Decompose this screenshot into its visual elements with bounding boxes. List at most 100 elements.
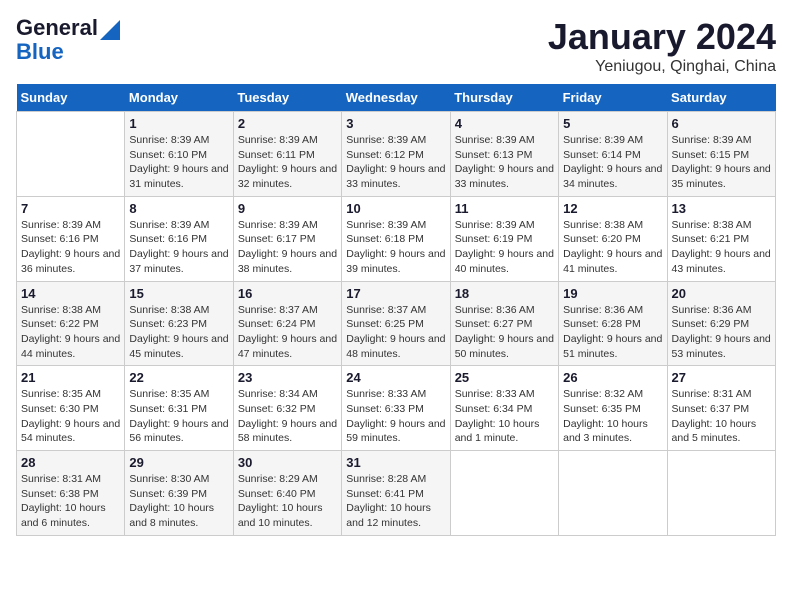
calendar-day-cell: 24 Sunrise: 8:33 AMSunset: 6:33 PMDayligh… <box>342 366 450 451</box>
day-info: Sunrise: 8:36 AMSunset: 6:27 PMDaylight:… <box>455 303 554 362</box>
day-number: 9 <box>238 201 337 216</box>
calendar-day-cell: 1 Sunrise: 8:39 AMSunset: 6:10 PMDaylight… <box>125 112 233 197</box>
day-number: 4 <box>455 116 554 131</box>
calendar-day-cell: 18 Sunrise: 8:36 AMSunset: 6:27 PMDayligh… <box>450 281 558 366</box>
day-number: 14 <box>21 286 120 301</box>
calendar-day-cell: 26Sunrise: 8:32 AMSunset: 6:35 PMDayligh… <box>559 366 667 451</box>
day-info: Sunrise: 8:38 AMSunset: 6:21 PMDaylight:… <box>672 218 771 277</box>
calendar-day-cell: 22 Sunrise: 8:35 AMSunset: 6:31 PMDayligh… <box>125 366 233 451</box>
calendar-day-cell: 21 Sunrise: 8:35 AMSunset: 6:30 PMDayligh… <box>17 366 125 451</box>
day-info: Sunrise: 8:31 AMSunset: 6:37 PMDaylight:… <box>672 387 771 446</box>
day-number: 23 <box>238 370 337 385</box>
day-number: 25 <box>455 370 554 385</box>
calendar-header-row: SundayMondayTuesdayWednesdayThursdayFrid… <box>17 84 776 112</box>
logo-blue-text: Blue <box>16 40 64 64</box>
day-info: Sunrise: 8:30 AMSunset: 6:39 PMDaylight:… <box>129 472 228 531</box>
day-info: Sunrise: 8:39 AMSunset: 6:11 PMDaylight:… <box>238 133 337 192</box>
day-info: Sunrise: 8:32 AMSunset: 6:35 PMDaylight:… <box>563 387 662 446</box>
calendar-day-cell: 6Sunrise: 8:39 AMSunset: 6:15 PMDaylight… <box>667 112 775 197</box>
calendar-day-cell: 11 Sunrise: 8:39 AMSunset: 6:19 PMDayligh… <box>450 196 558 281</box>
day-info: Sunrise: 8:35 AMSunset: 6:30 PMDaylight:… <box>21 387 120 446</box>
calendar-day-cell: 31 Sunrise: 8:28 AMSunset: 6:41 PMDayligh… <box>342 451 450 536</box>
calendar-day-cell: 20Sunrise: 8:36 AMSunset: 6:29 PMDayligh… <box>667 281 775 366</box>
calendar-day-cell: 29 Sunrise: 8:30 AMSunset: 6:39 PMDayligh… <box>125 451 233 536</box>
calendar-week-row: 7 Sunrise: 8:39 AMSunset: 6:16 PMDaylight… <box>17 196 776 281</box>
day-number: 21 <box>21 370 120 385</box>
calendar-week-row: 21 Sunrise: 8:35 AMSunset: 6:30 PMDayligh… <box>17 366 776 451</box>
calendar-subtitle: Yeniugou, Qinghai, China <box>548 58 776 76</box>
day-info: Sunrise: 8:35 AMSunset: 6:31 PMDaylight:… <box>129 387 228 446</box>
day-info: Sunrise: 8:28 AMSunset: 6:41 PMDaylight:… <box>346 472 445 531</box>
calendar-day-cell: 23 Sunrise: 8:34 AMSunset: 6:32 PMDayligh… <box>233 366 341 451</box>
calendar-day-cell: 4 Sunrise: 8:39 AMSunset: 6:13 PMDaylight… <box>450 112 558 197</box>
calendar-title-block: January 2024 Yeniugou, Qinghai, China <box>548 16 776 76</box>
calendar-day-cell: 16Sunrise: 8:37 AMSunset: 6:24 PMDayligh… <box>233 281 341 366</box>
day-info: Sunrise: 8:39 AMSunset: 6:14 PMDaylight:… <box>563 133 662 192</box>
day-number: 31 <box>346 455 445 470</box>
day-number: 2 <box>238 116 337 131</box>
calendar-day-cell: 9Sunrise: 8:39 AMSunset: 6:17 PMDaylight… <box>233 196 341 281</box>
day-info: Sunrise: 8:39 AMSunset: 6:15 PMDaylight:… <box>672 133 771 192</box>
day-info: Sunrise: 8:37 AMSunset: 6:25 PMDaylight:… <box>346 303 445 362</box>
calendar-empty-cell <box>667 451 775 536</box>
day-of-week-header: Thursday <box>450 84 558 112</box>
day-info: Sunrise: 8:36 AMSunset: 6:28 PMDaylight:… <box>563 303 662 362</box>
day-number: 27 <box>672 370 771 385</box>
day-number: 1 <box>129 116 228 131</box>
day-info: Sunrise: 8:38 AMSunset: 6:20 PMDaylight:… <box>563 218 662 277</box>
day-info: Sunrise: 8:39 AMSunset: 6:16 PMDaylight:… <box>21 218 120 277</box>
day-of-week-header: Saturday <box>667 84 775 112</box>
day-info: Sunrise: 8:39 AMSunset: 6:16 PMDaylight:… <box>129 218 228 277</box>
calendar-day-cell: 28 Sunrise: 8:31 AMSunset: 6:38 PMDayligh… <box>17 451 125 536</box>
day-number: 20 <box>672 286 771 301</box>
calendar-day-cell: 30Sunrise: 8:29 AMSunset: 6:40 PMDayligh… <box>233 451 341 536</box>
day-info: Sunrise: 8:33 AMSunset: 6:34 PMDaylight:… <box>455 387 554 446</box>
logo-arrow-icon <box>100 20 120 40</box>
calendar-week-row: 1 Sunrise: 8:39 AMSunset: 6:10 PMDaylight… <box>17 112 776 197</box>
day-info: Sunrise: 8:39 AMSunset: 6:10 PMDaylight:… <box>129 133 228 192</box>
day-info: Sunrise: 8:31 AMSunset: 6:38 PMDaylight:… <box>21 472 120 531</box>
calendar-day-cell: 2 Sunrise: 8:39 AMSunset: 6:11 PMDaylight… <box>233 112 341 197</box>
calendar-table: SundayMondayTuesdayWednesdayThursdayFrid… <box>16 84 776 536</box>
day-number: 18 <box>455 286 554 301</box>
day-info: Sunrise: 8:34 AMSunset: 6:32 PMDaylight:… <box>238 387 337 446</box>
calendar-day-cell: 27 Sunrise: 8:31 AMSunset: 6:37 PMDayligh… <box>667 366 775 451</box>
day-of-week-header: Monday <box>125 84 233 112</box>
calendar-title: January 2024 <box>548 16 776 58</box>
calendar-day-cell: 14Sunrise: 8:38 AMSunset: 6:22 PMDayligh… <box>17 281 125 366</box>
calendar-day-cell: 8 Sunrise: 8:39 AMSunset: 6:16 PMDaylight… <box>125 196 233 281</box>
day-number: 29 <box>129 455 228 470</box>
day-of-week-header: Friday <box>559 84 667 112</box>
calendar-week-row: 14Sunrise: 8:38 AMSunset: 6:22 PMDayligh… <box>17 281 776 366</box>
calendar-empty-cell <box>17 112 125 197</box>
day-number: 19 <box>563 286 662 301</box>
day-info: Sunrise: 8:33 AMSunset: 6:33 PMDaylight:… <box>346 387 445 446</box>
calendar-empty-cell <box>559 451 667 536</box>
day-number: 22 <box>129 370 228 385</box>
day-of-week-header: Sunday <box>17 84 125 112</box>
calendar-day-cell: 7 Sunrise: 8:39 AMSunset: 6:16 PMDaylight… <box>17 196 125 281</box>
calendar-day-cell: 3 Sunrise: 8:39 AMSunset: 6:12 PMDaylight… <box>342 112 450 197</box>
calendar-day-cell: 10Sunrise: 8:39 AMSunset: 6:18 PMDayligh… <box>342 196 450 281</box>
day-number: 8 <box>129 201 228 216</box>
day-number: 12 <box>563 201 662 216</box>
calendar-day-cell: 25 Sunrise: 8:33 AMSunset: 6:34 PMDayligh… <box>450 366 558 451</box>
day-number: 28 <box>21 455 120 470</box>
day-info: Sunrise: 8:38 AMSunset: 6:23 PMDaylight:… <box>129 303 228 362</box>
day-number: 3 <box>346 116 445 131</box>
day-number: 30 <box>238 455 337 470</box>
calendar-day-cell: 19 Sunrise: 8:36 AMSunset: 6:28 PMDayligh… <box>559 281 667 366</box>
page-header: General Blue January 2024 Yeniugou, Qing… <box>16 16 776 76</box>
day-number: 7 <box>21 201 120 216</box>
day-info: Sunrise: 8:39 AMSunset: 6:19 PMDaylight:… <box>455 218 554 277</box>
calendar-day-cell: 5 Sunrise: 8:39 AMSunset: 6:14 PMDaylight… <box>559 112 667 197</box>
day-number: 11 <box>455 201 554 216</box>
calendar-day-cell: 13Sunrise: 8:38 AMSunset: 6:21 PMDayligh… <box>667 196 775 281</box>
day-number: 24 <box>346 370 445 385</box>
day-info: Sunrise: 8:39 AMSunset: 6:13 PMDaylight:… <box>455 133 554 192</box>
day-number: 17 <box>346 286 445 301</box>
day-number: 5 <box>563 116 662 131</box>
day-info: Sunrise: 8:39 AMSunset: 6:12 PMDaylight:… <box>346 133 445 192</box>
calendar-day-cell: 12 Sunrise: 8:38 AMSunset: 6:20 PMDayligh… <box>559 196 667 281</box>
day-info: Sunrise: 8:37 AMSunset: 6:24 PMDaylight:… <box>238 303 337 362</box>
